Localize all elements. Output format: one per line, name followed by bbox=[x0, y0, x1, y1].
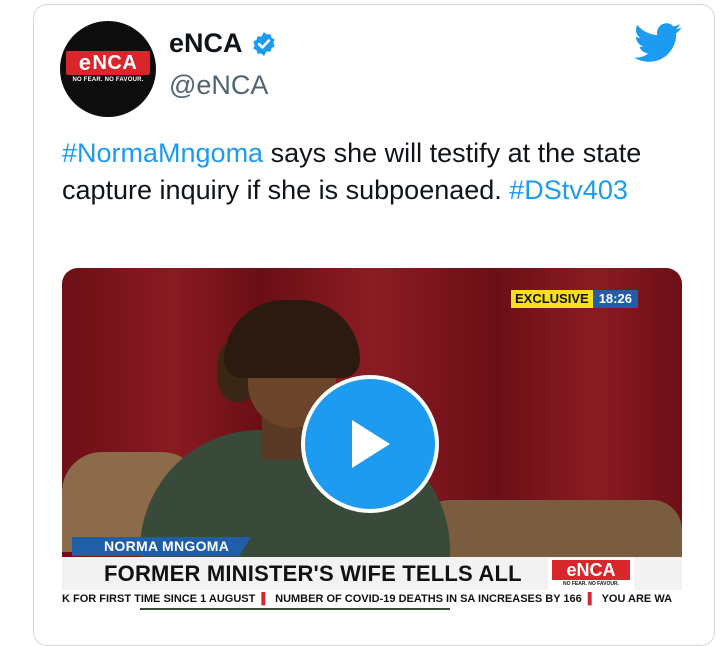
twitter-bird-icon[interactable] bbox=[634, 23, 682, 63]
bar-logo-text: eNCA bbox=[552, 560, 630, 580]
broadcast-time: 18:26 bbox=[592, 290, 638, 308]
bar-logo-tagline: NO FEAR. NO FAVOUR. bbox=[562, 581, 620, 587]
play-triangle[interactable] bbox=[352, 420, 390, 468]
lower-third-name: NORMA MNGOMA bbox=[72, 537, 252, 556]
display-name-text[interactable]: eNCA bbox=[169, 28, 243, 59]
video-headline: FORMER MINISTER'S WIFE TELLS ALL bbox=[104, 561, 522, 586]
ticker-item: K FOR FIRST TIME SINCE 1 AUGUST bbox=[62, 593, 256, 605]
exclusive-label: EXCLUSIVE bbox=[511, 290, 593, 308]
enca-logo: e NCA bbox=[66, 50, 150, 75]
ticker-item: NUMBER OF COVID-19 DEATHS IN SA INCREASE… bbox=[275, 593, 582, 605]
enca-bar-logo: eNCA NO FEAR. NO FAVOUR. bbox=[548, 558, 634, 590]
hashtag-link[interactable]: #DStv403 bbox=[509, 175, 628, 205]
display-name[interactable]: eNCA bbox=[169, 28, 277, 59]
ticker-item: YOU ARE WA bbox=[601, 593, 673, 605]
avatar[interactable]: e NCA NO FEAR. NO FAVOUR. bbox=[60, 21, 156, 117]
news-ticker: K FOR FIRST TIME SINCE 1 AUGUST ▌ NUMBER O… bbox=[62, 590, 682, 608]
exclusive-badge: EXCLUSIVE 18:26 bbox=[511, 290, 638, 308]
ticker-separator: ▌ bbox=[587, 593, 596, 605]
verified-badge-icon bbox=[252, 31, 275, 56]
hashtag-link[interactable]: #NormaMngoma bbox=[62, 138, 263, 168]
tweet-text: #NormaMngoma says she will testify at th… bbox=[62, 135, 672, 209]
ticker-separator: ▌ bbox=[261, 593, 270, 605]
logo-tagline: NO FEAR. NO FAVOUR. bbox=[72, 77, 144, 83]
user-handle[interactable]: @eNCA bbox=[169, 70, 268, 101]
